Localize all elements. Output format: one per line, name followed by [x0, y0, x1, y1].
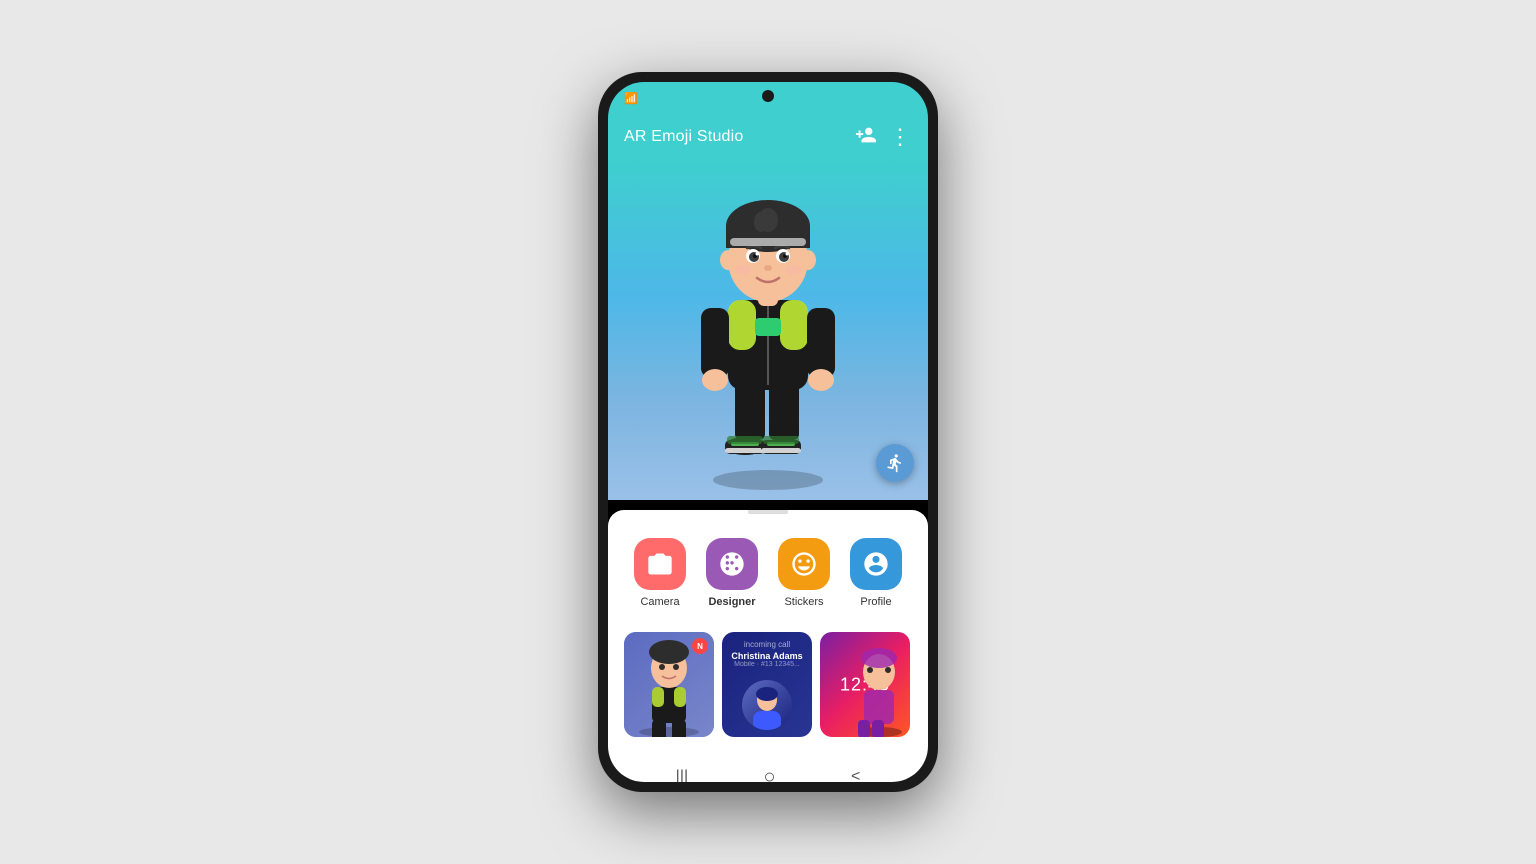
camera-icon-wrapper	[634, 538, 686, 590]
camera-notch	[762, 90, 774, 102]
profile-icon-wrapper	[850, 538, 902, 590]
content-cards: N	[608, 628, 928, 753]
card-clock-avatar	[820, 632, 910, 737]
card-contact-name: Christina Adams	[730, 651, 804, 661]
more-options-icon[interactable]: ⋮	[889, 124, 912, 150]
nav-profile[interactable]: Profile	[840, 538, 912, 608]
camera-label: Camera	[640, 596, 679, 608]
profile-icon	[862, 550, 890, 578]
home-button[interactable]: ○	[756, 758, 784, 783]
stickers-label: Stickers	[784, 596, 823, 608]
contact-avatar-svg	[747, 686, 787, 730]
bottom-nav: Camera Designer	[608, 530, 928, 628]
card-profile[interactable]: incoming call Christina Adams Mobile · #…	[722, 632, 812, 737]
app-title: AR Emoji Studio	[624, 128, 744, 146]
phone-screen: 📶 AR Emoji Studio ⋮	[608, 82, 928, 782]
status-bar: 📶	[608, 82, 928, 114]
card-incoming-text: incoming call	[730, 640, 804, 649]
contact-avatar	[742, 680, 792, 730]
menu-button[interactable]: |||	[668, 760, 696, 782]
avatar-area	[608, 160, 928, 500]
camera-icon	[646, 550, 674, 578]
card-clock[interactable]: 12:45	[820, 632, 910, 737]
nav-designer[interactable]: Designer	[696, 538, 768, 608]
drag-handle	[748, 510, 788, 514]
app-bar: AR Emoji Studio ⋮	[608, 114, 928, 160]
wifi-icon: 📶	[624, 92, 638, 105]
status-left: 📶	[624, 92, 638, 105]
add-user-icon[interactable]	[855, 124, 877, 151]
card-avatar-blue[interactable]: N	[624, 632, 714, 737]
nav-stickers[interactable]: Stickers	[768, 538, 840, 608]
avatar-svg-container	[608, 160, 928, 500]
back-button[interactable]: <	[843, 760, 868, 782]
card-mini-avatar	[624, 632, 714, 737]
system-nav: ||| ○ <	[608, 753, 928, 782]
nav-camera[interactable]: Camera	[624, 538, 696, 608]
designer-icon	[718, 550, 746, 578]
app-bar-actions: ⋮	[855, 124, 912, 151]
pose-icon	[885, 453, 905, 473]
card-contact-sub: Mobile · #13 12345...	[730, 661, 804, 668]
fab-pose-button[interactable]	[876, 444, 914, 482]
profile-label: Profile	[860, 596, 891, 608]
stickers-icon-wrapper	[778, 538, 830, 590]
bottom-sheet: Camera Designer	[608, 510, 928, 753]
avatar-3d	[673, 170, 863, 490]
designer-icon-wrapper	[706, 538, 758, 590]
stickers-icon	[790, 550, 818, 578]
phone-frame: 📶 AR Emoji Studio ⋮	[598, 72, 938, 792]
designer-label: Designer	[708, 596, 755, 608]
